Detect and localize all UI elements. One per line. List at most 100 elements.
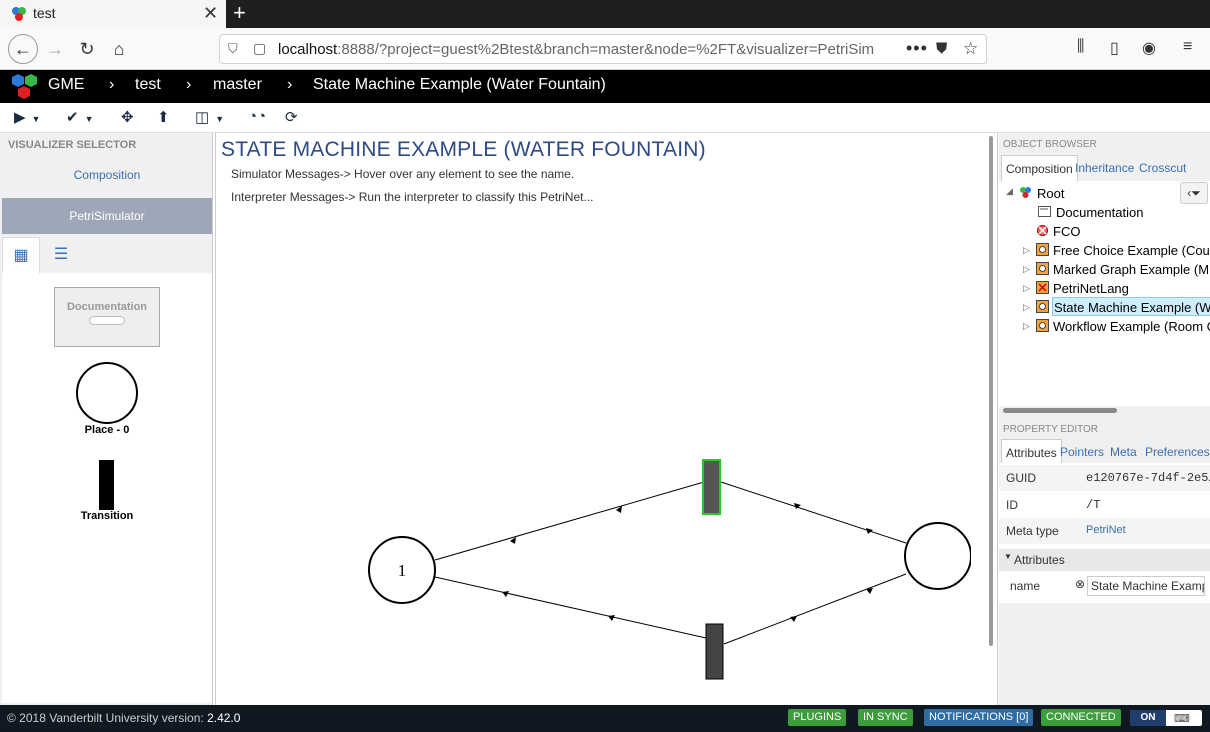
canvas-scrollbar[interactable] (989, 136, 993, 646)
connected-badge[interactable]: CONNECTED (1041, 709, 1121, 726)
notifications-badge[interactable]: NOTIFICATIONS [0] (924, 709, 1034, 726)
home-icon[interactable]: ⌂ (106, 36, 132, 62)
prop-key: Meta type (1006, 524, 1059, 538)
caret-down-icon: ▼ (1004, 552, 1012, 561)
tab-inheritance[interactable]: Inheritance (1075, 155, 1134, 181)
tree-node-fco[interactable]: FCO (1053, 222, 1080, 241)
transition-enabled[interactable] (702, 459, 721, 515)
tab-pointers[interactable]: Pointers (1060, 439, 1104, 465)
page-info-icon[interactable]: ▢ (253, 40, 266, 57)
collapse-triangle-icon[interactable]: ◢ (1006, 186, 1013, 197)
palette-place[interactable] (76, 362, 138, 424)
browser-tab-strip: test ✕ + (0, 0, 1210, 28)
pocket-icon[interactable]: ⛊ (936, 40, 947, 57)
expand-triangle-icon[interactable]: ▷ (1023, 245, 1030, 256)
palette-transition[interactable] (99, 460, 114, 510)
sidebar-icon[interactable]: ▯ (1110, 38, 1119, 58)
breadcrumb-branch[interactable]: master (213, 76, 262, 94)
name-input[interactable]: State Machine Examp (1087, 576, 1205, 596)
tree-node-petrinetlang[interactable]: PetriNetLang (1053, 279, 1129, 298)
tree-node-root[interactable]: Root (1037, 184, 1064, 203)
more-actions-icon[interactable]: ••• (906, 38, 928, 59)
petri-canvas[interactable]: STATE MACHINE EXAMPLE (WATER FOUNTAIN) S… (215, 133, 998, 705)
tree-node-marked-graph[interactable]: Marked Graph Example (M (1053, 260, 1209, 279)
expand-triangle-icon[interactable]: ▷ (1023, 321, 1030, 332)
tree-node-free-choice[interactable]: Free Choice Example (Cou (1053, 241, 1210, 260)
root-icon (1020, 187, 1031, 198)
arc-t2-to-place1[interactable] (434, 576, 707, 639)
library-icon[interactable]: ⫼ (1077, 38, 1084, 56)
browser-tab[interactable]: test ✕ (0, 0, 226, 28)
clear-icon[interactable]: ⊗ (1075, 577, 1085, 591)
brand-label[interactable]: GME (48, 76, 84, 94)
url-bar[interactable]: ⛉ ▢ localhost:8888/?project=guest%2Btest… (219, 34, 987, 64)
expand-triangle-icon[interactable]: ▷ (1023, 283, 1030, 294)
menu-icon[interactable]: ≡ (1183, 38, 1192, 56)
tree-scrollbar[interactable] (1003, 408, 1117, 413)
play-icon[interactable]: ▶ ▼ (14, 108, 40, 126)
shield-icon[interactable]: ⛉ (228, 41, 238, 57)
tab-composition[interactable]: Composition (1001, 155, 1078, 181)
expand-triangle-icon[interactable]: ▷ (1023, 264, 1030, 275)
fco-icon (1037, 225, 1048, 236)
refresh-icon[interactable]: ⟳ (285, 108, 298, 126)
arc-t1-to-place2[interactable] (720, 481, 907, 544)
keyboard-toggle[interactable]: ON ⌨ (1130, 710, 1202, 726)
petrinet-icon (1036, 243, 1049, 256)
url-text[interactable]: localhost:8888/?project=guest%2Btest&bra… (278, 41, 874, 58)
tab-meta[interactable]: Meta (1110, 439, 1137, 465)
grid-view-icon[interactable]: ▦ (2, 237, 40, 273)
tree-node-documentation[interactable]: Documentation (1056, 203, 1143, 222)
property-editor-title: PROPERTY EDITOR (1003, 424, 1099, 435)
filter-icon[interactable]: ‹⏷ (1180, 182, 1208, 204)
layout-icon[interactable]: ◫ ▼ (195, 108, 224, 126)
tab-attributes[interactable]: Attributes (1001, 439, 1062, 465)
arc-place1-to-t1[interactable] (434, 481, 705, 561)
chevron-right-icon: › (186, 76, 192, 93)
visualizer-panel: VISUALIZER SELECTOR Composition PetriSim… (0, 133, 213, 705)
tree-node-state-machine[interactable]: State Machine Example (W (1052, 297, 1210, 316)
part-palette: Documentation Place - 0 Transition (2, 273, 212, 703)
token-count: 1 (398, 561, 407, 580)
tab-preferences[interactable]: Preferences (1145, 439, 1210, 465)
plugins-badge[interactable]: PLUGINS (788, 709, 847, 726)
transition-label: Transition (80, 510, 134, 522)
new-tab-icon[interactable]: + (233, 0, 246, 26)
object-browser-tabs: Composition Inheritance Crosscut (999, 155, 1210, 181)
place-label: Place - 0 (84, 424, 130, 436)
gme-logo-icon[interactable] (10, 72, 40, 102)
back-arrow-icon[interactable]: ← (8, 34, 38, 64)
sync-badge[interactable]: IN SYNC (858, 709, 913, 726)
glasses-icon[interactable]: ◔◔ (248, 108, 266, 125)
transition-disabled[interactable] (705, 623, 724, 680)
check-circle-icon[interactable]: ✔ ▼ (66, 108, 94, 126)
visualizer-composition[interactable]: Composition (2, 157, 212, 193)
tree-node-workflow[interactable]: Workflow Example (Room C (1053, 317, 1210, 336)
expand-triangle-icon[interactable]: ▷ (1023, 302, 1030, 313)
metatype-link[interactable]: PetriNet (1086, 524, 1126, 536)
bookmark-star-icon[interactable]: ☆ (963, 39, 978, 59)
reload-icon[interactable]: ↻ (74, 36, 100, 62)
object-browser-title: OBJECT BROWSER (1003, 139, 1097, 150)
upload-icon[interactable]: ⬆ (157, 108, 170, 126)
account-icon[interactable]: ◉ (1142, 38, 1156, 58)
version-label: version: (161, 711, 204, 725)
visualizer-petrisimulator[interactable]: PetriSimulator (2, 198, 212, 234)
petrinet-icon (1036, 319, 1049, 332)
tab-title: test (33, 5, 56, 21)
petri-net-diagram: 1 (368, 459, 991, 680)
attributes-group-header[interactable]: ▼ Attributes (999, 549, 1210, 571)
tab-crosscut[interactable]: Crosscut (1139, 155, 1186, 181)
move-icon[interactable]: ✥ (121, 108, 134, 126)
place-empty[interactable] (904, 522, 972, 590)
forward-arrow-icon[interactable]: → (42, 36, 68, 62)
property-editor-tabs: Attributes Pointers Meta Preferences (999, 439, 1210, 465)
breadcrumb-project[interactable]: test (135, 76, 161, 94)
breadcrumb-node[interactable]: State Machine Example (Water Fountain) (313, 76, 606, 94)
palette-documentation[interactable]: Documentation (54, 287, 160, 347)
arc-place2-to-t2[interactable] (723, 573, 907, 645)
tab-close-icon[interactable]: ✕ (203, 3, 218, 24)
list-view-icon[interactable]: ☰ (42, 237, 80, 273)
prop-value: /T (1086, 498, 1101, 512)
chevron-right-icon: › (287, 76, 293, 93)
